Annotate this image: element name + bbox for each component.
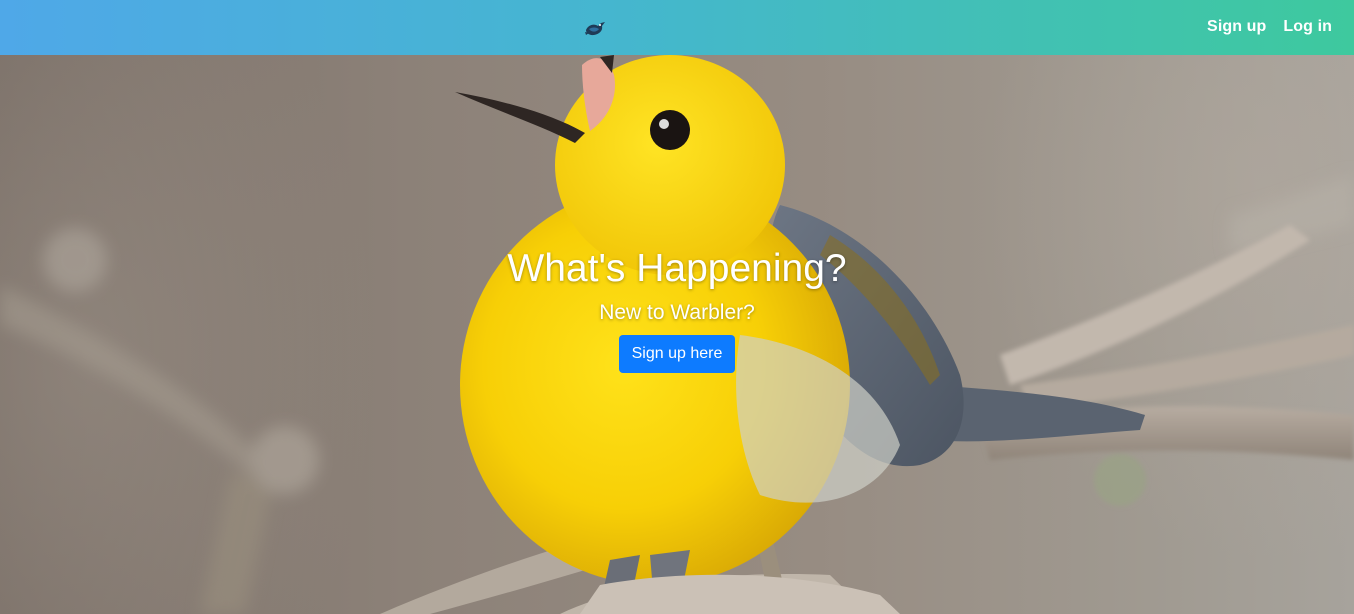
hero-subtitle: New to Warbler? <box>599 301 755 324</box>
nav-links: Sign up Log in <box>1207 18 1332 36</box>
nav-signup-link[interactable]: Sign up <box>1207 18 1266 36</box>
hero-content: What's Happening? New to Warbler? Sign u… <box>0 245 1354 373</box>
hero-section: What's Happening? New to Warbler? Sign u… <box>0 55 1354 614</box>
signup-here-button[interactable]: Sign up here <box>618 335 736 373</box>
nav-login-link[interactable]: Log in <box>1283 18 1332 36</box>
hero-title: What's Happening? <box>507 247 847 290</box>
navbar: Sign up Log in <box>0 0 1354 55</box>
warbler-logo-icon[interactable] <box>583 18 607 38</box>
